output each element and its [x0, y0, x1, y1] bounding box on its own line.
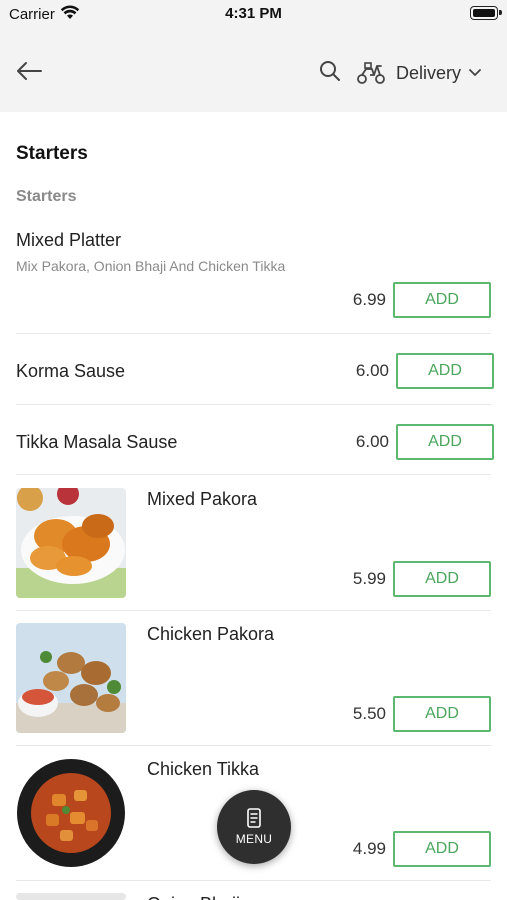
- menu-book-icon: [247, 808, 261, 828]
- battery-icon: [470, 6, 502, 20]
- food-image-chicken-tikka: [16, 758, 126, 868]
- arrow-left-icon: [17, 62, 42, 80]
- add-button[interactable]: ADD: [393, 282, 491, 318]
- item-name: Mixed Pakora: [147, 489, 258, 509]
- item-price: 6.99: [352, 290, 386, 309]
- delivery-mode-dropdown[interactable]: Delivery: [356, 58, 481, 88]
- item-name: Onion Bhaji: [147, 894, 240, 900]
- item-name: Korma Sause: [16, 361, 126, 381]
- top-app-bar: Delivery: [0, 32, 507, 112]
- status-bar: Carrier 4:31 PM: [0, 0, 507, 32]
- scooter-icon: [357, 62, 385, 84]
- search-button[interactable]: [318, 59, 344, 85]
- divider: [16, 880, 491, 881]
- item-price: 5.99: [352, 569, 386, 588]
- item-name: Mixed Platter: [16, 230, 122, 250]
- search-icon: [320, 61, 340, 81]
- add-button[interactable]: ADD: [396, 353, 494, 389]
- add-button[interactable]: ADD: [393, 561, 491, 597]
- add-button[interactable]: ADD: [393, 831, 491, 867]
- chevron-down-icon: [469, 69, 481, 76]
- subsection-title: Starters: [16, 188, 77, 205]
- divider: [16, 610, 491, 611]
- menu-fab-label: MENU: [235, 832, 273, 846]
- item-name: Tikka Masala Sause: [16, 432, 178, 452]
- divider: [16, 404, 491, 405]
- menu-fab-button[interactable]: MENU: [217, 790, 291, 864]
- back-button[interactable]: [12, 54, 46, 88]
- item-name: Chicken Pakora: [147, 624, 275, 644]
- divider: [16, 333, 491, 334]
- item-price: 4.99: [352, 839, 386, 858]
- food-image-mixed-pakora: [16, 488, 126, 598]
- section-title: Starters: [16, 143, 88, 164]
- item-price: 6.00: [355, 432, 389, 451]
- item-price: 6.00: [355, 361, 389, 380]
- item-description: Mix Pakora, Onion Bhaji And Chicken Tikk…: [16, 258, 286, 274]
- item-price: 5.50: [352, 704, 386, 723]
- food-image-onion-bhaji: [16, 893, 126, 900]
- add-button[interactable]: ADD: [393, 696, 491, 732]
- clock-label: 4:31 PM: [225, 5, 282, 22]
- add-button[interactable]: ADD: [396, 424, 494, 460]
- delivery-mode-label: Delivery: [396, 62, 462, 83]
- item-name: Chicken Tikka: [147, 759, 260, 779]
- food-image-chicken-pakora: [16, 623, 126, 733]
- divider: [16, 474, 491, 475]
- divider: [16, 745, 491, 746]
